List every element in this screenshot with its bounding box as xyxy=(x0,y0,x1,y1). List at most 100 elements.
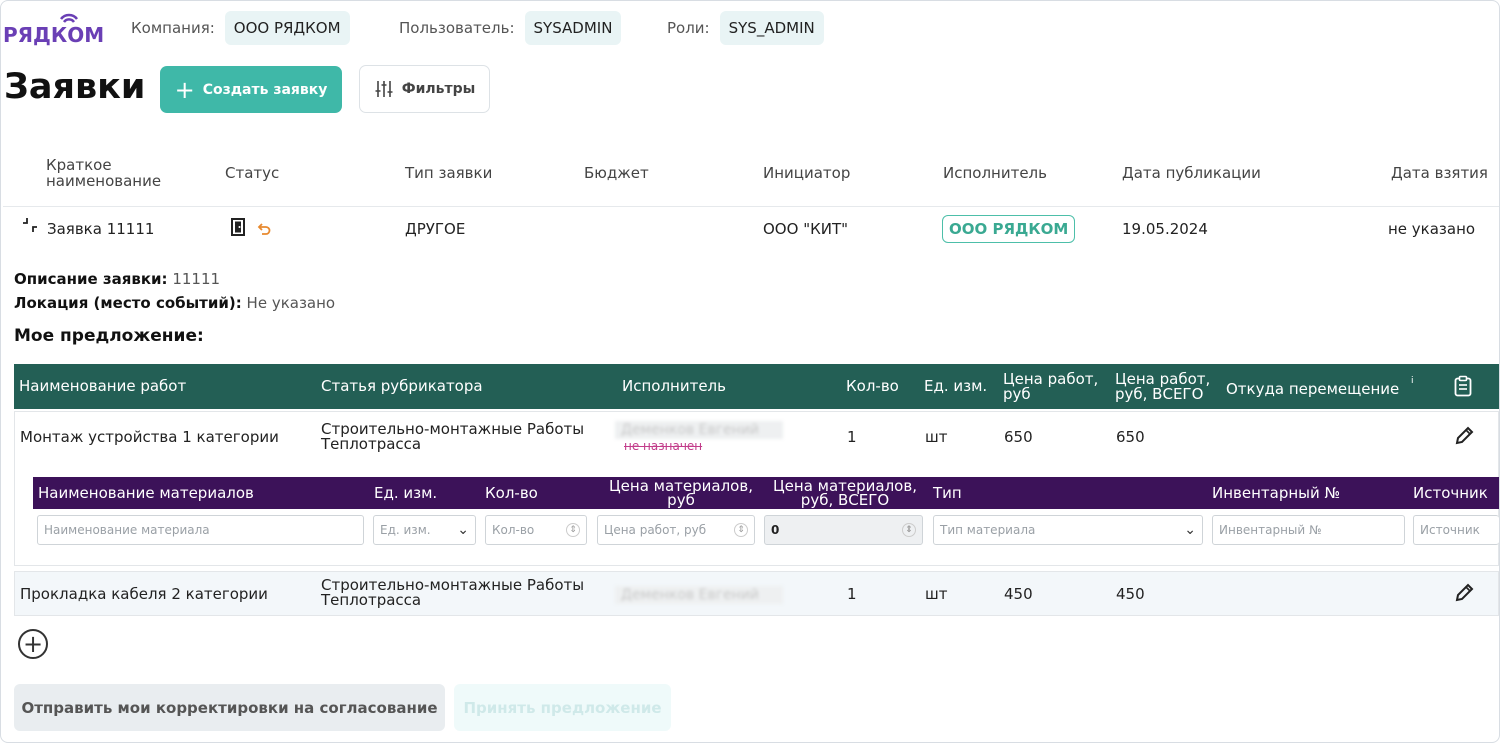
work-name: Прокладка кабеля 2 категории xyxy=(20,585,268,603)
mat-col-price: Цена материалов, руб xyxy=(609,477,753,509)
taken-date: не указано xyxy=(1388,220,1476,238)
work-price: 450 xyxy=(1004,585,1033,603)
roles-label: Роли: xyxy=(667,19,710,37)
info-icon[interactable]: i xyxy=(1411,376,1414,386)
page-title: Заявки xyxy=(4,67,146,107)
work-executor-status: не назначен xyxy=(624,439,703,453)
works-col-unit: Ед. изм. xyxy=(924,377,988,395)
material-price-input[interactable]: Цена работ, руб ⇕ xyxy=(597,515,755,545)
work-unit: шт xyxy=(925,585,948,603)
material-type-select[interactable]: Тип материала ⌄ xyxy=(933,515,1203,545)
material-total-value: 0 xyxy=(771,523,780,537)
work-qty: 1 xyxy=(847,585,857,603)
undo-icon[interactable] xyxy=(257,223,271,236)
accept-offer-button[interactable]: Принять предложение xyxy=(454,684,671,731)
mat-col-type: Тип xyxy=(933,484,962,502)
material-unit-select[interactable]: Ед. изм. ⌄ xyxy=(373,515,476,545)
works-col-rubric: Статья рубрикатора xyxy=(321,377,483,395)
request-type: ДРУГОЕ xyxy=(405,220,466,238)
stepper-icon[interactable]: ⇕ xyxy=(566,523,580,537)
user-value: SYSADMIN xyxy=(524,11,622,45)
material-price-placeholder: Цена работ, руб xyxy=(604,523,707,537)
work-executor: Деменков Евгений xyxy=(615,586,783,604)
work-name: Монтаж устройства 1 категории xyxy=(20,428,279,446)
work-executor: Деменков Евгений xyxy=(615,421,783,439)
material-name-input[interactable]: Наименование материала xyxy=(37,515,364,545)
filters-label: Фильтры xyxy=(401,81,476,97)
material-inventory-input[interactable]: Инвентарный № xyxy=(1212,515,1405,545)
col-publish-date[interactable]: Дата публикации xyxy=(1122,165,1261,181)
company-field: Компания: ООО РЯДКОМ xyxy=(131,11,350,45)
request-row[interactable] xyxy=(3,206,1499,251)
work-qty: 1 xyxy=(847,428,857,446)
works-col-qty: Кол-во xyxy=(846,377,899,395)
chevron-down-icon: ⌄ xyxy=(1184,522,1196,538)
works-col-executor: Исполнитель xyxy=(622,377,726,395)
work-price: 650 xyxy=(1004,428,1033,446)
mat-col-source: Источник xyxy=(1413,484,1488,502)
location-value: Не указано xyxy=(246,294,336,312)
col-budget[interactable]: Бюджет xyxy=(584,165,649,181)
publish-date: 19.05.2024 xyxy=(1122,220,1208,238)
roles-value: SYS_ADMIN xyxy=(719,11,824,45)
work-total: 450 xyxy=(1116,585,1145,603)
request-initiator: ООО "КИТ" xyxy=(763,220,849,238)
pencil-icon[interactable] xyxy=(1454,426,1474,446)
col-status[interactable]: Статус xyxy=(225,165,279,181)
description-line: Описание заявки: 11111 xyxy=(14,270,220,288)
works-col-total: Цена работ, руб, ВСЕГО xyxy=(1115,370,1211,403)
col-taken-date[interactable]: Дата взятия xyxy=(1391,165,1488,181)
collapse-icon[interactable] xyxy=(22,217,38,233)
mat-col-inventory: Инвентарный № xyxy=(1212,484,1341,502)
material-source-input[interactable]: Источник xyxy=(1413,515,1499,545)
mat-col-qty: Кол-во xyxy=(485,484,538,502)
work-unit: шт xyxy=(925,428,948,446)
work-rubric: Строительно-монтажные Работы Теплотрасса xyxy=(321,576,585,609)
company-value: ООО РЯДКОМ xyxy=(224,11,350,45)
description-value: 11111 xyxy=(172,270,221,288)
sliders-icon xyxy=(375,81,393,97)
material-source-placeholder: Источник xyxy=(1420,523,1480,537)
material-inventory-placeholder: Инвентарный № xyxy=(1219,523,1322,537)
company-label: Компания: xyxy=(131,19,215,37)
clipboard-icon[interactable] xyxy=(1452,375,1474,397)
user-label: Пользователь: xyxy=(399,19,515,37)
chevron-down-icon: ⌄ xyxy=(457,522,469,538)
send-corrections-button[interactable]: Отправить мои корректировки на согласова… xyxy=(14,684,445,731)
brand-logo[interactable]: РЯДКОМ xyxy=(3,9,104,47)
request-name[interactable]: Заявка 11111 xyxy=(47,220,154,238)
create-request-label: Создать заявку xyxy=(202,81,328,98)
description-label: Описание заявки: xyxy=(14,270,168,288)
col-request-type[interactable]: Тип заявки xyxy=(405,165,492,181)
brand-name: РЯДКОМ xyxy=(3,23,105,47)
mat-col-total: Цена материалов, руб, ВСЕГО xyxy=(773,477,917,509)
works-col-price: Цена работ, руб xyxy=(1003,370,1099,403)
material-unit-placeholder: Ед. изм. xyxy=(380,523,431,537)
location-label: Локация (место событий): xyxy=(14,294,242,312)
roles-field: Роли: SYS_ADMIN xyxy=(667,11,824,45)
material-qty-placeholder: Кол-во xyxy=(492,523,535,537)
pencil-icon[interactable] xyxy=(1454,583,1474,603)
location-line: Локация (место событий): Не указано xyxy=(14,294,335,312)
filters-button[interactable]: Фильтры xyxy=(359,65,490,113)
material-qty-input[interactable]: Кол-во ⇕ xyxy=(485,515,587,545)
col-executor[interactable]: Исполнитель xyxy=(943,165,1047,181)
door-icon xyxy=(231,218,245,236)
stepper-icon[interactable]: ⇕ xyxy=(902,523,916,537)
plus-icon: + xyxy=(22,630,44,658)
material-total-input[interactable]: 0 ⇕ xyxy=(764,515,923,545)
create-request-button[interactable]: + Создать заявку xyxy=(160,66,342,113)
mat-col-name: Наименование материалов xyxy=(38,484,254,502)
stepper-icon[interactable]: ⇕ xyxy=(734,523,748,537)
work-total: 650 xyxy=(1116,428,1145,446)
offer-title: Мое предложение: xyxy=(14,326,204,346)
executor-badge: ООО РЯДКОМ xyxy=(942,215,1076,243)
col-initiator[interactable]: Инициатор xyxy=(763,165,850,181)
works-col-name: Наименование работ xyxy=(19,377,187,395)
app-window: РЯДКОМ Компания: ООО РЯДКОМ Пользователь… xyxy=(0,0,1500,743)
work-rubric: Строительно-монтажные Работы Теплотрасса xyxy=(321,420,585,453)
user-field: Пользователь: SYSADMIN xyxy=(399,11,622,45)
col-short-name[interactable]: Краткое наименование xyxy=(46,157,186,189)
add-work-button[interactable]: + xyxy=(18,629,48,659)
plus-icon: + xyxy=(174,75,195,104)
